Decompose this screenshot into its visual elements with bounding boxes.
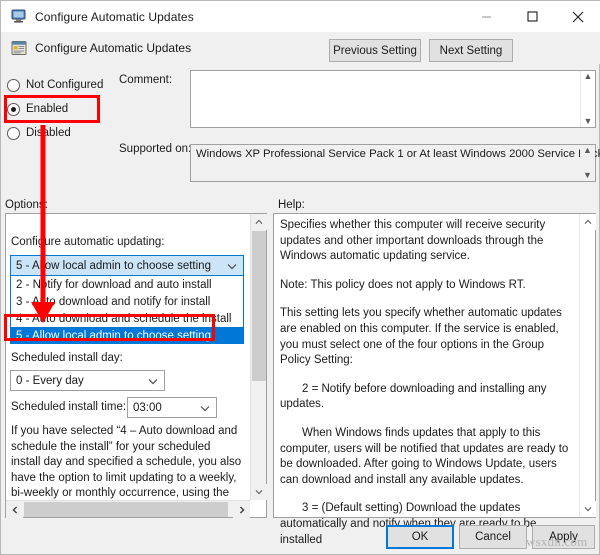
scroll-down-arrow-icon[interactable] — [580, 501, 596, 517]
close-button[interactable] — [555, 1, 600, 32]
configure-automatic-updating-label: Configure automatic updating: — [11, 236, 165, 248]
supported-on-value: Windows XP Professional Service Pack 1 o… — [196, 148, 600, 160]
scroll-up-icon[interactable]: ▲ — [583, 145, 592, 156]
supported-on-label: Supported on: — [119, 143, 192, 155]
radio-circle-enabled — [7, 102, 20, 116]
supported-on-field: Windows XP Professional Service Pack 1 o… — [190, 144, 600, 182]
configure-automatic-updating-dropdown-list[interactable]: 2 - Notify for download and auto install… — [10, 276, 244, 344]
cancel-button[interactable]: Cancel — [459, 525, 527, 549]
comment-scrollbar[interactable]: ▲ ▼ — [580, 71, 595, 127]
watermark: wsxdn.com — [526, 534, 588, 549]
help-paragraph: Specifies whether this computer will rec… — [280, 219, 546, 263]
radio-not-configured[interactable]: Not Configured — [7, 76, 103, 94]
window-title: Configure Automatic Updates — [35, 9, 194, 24]
scroll-left-arrow-icon[interactable] — [6, 501, 23, 518]
help-panel: Specifies whether this computer will rec… — [273, 213, 596, 546]
configure-automatic-updating-combobox[interactable]: 5 - Allow local admin to choose setting — [10, 255, 244, 276]
options-vertical-scrollbar[interactable] — [250, 214, 267, 500]
chevron-down-icon[interactable] — [227, 257, 237, 275]
scroll-up-icon[interactable]: ▲ — [584, 71, 593, 82]
combobox-selected-value: 5 - Allow local admin to choose setting — [16, 259, 211, 272]
comment-field[interactable]: ▲ ▼ — [190, 70, 596, 128]
title-bar: Configure Automatic Updates — [1, 1, 600, 32]
help-paragraph: This setting lets you specify whether au… — [280, 307, 562, 367]
radio-label-not-configured: Not Configured — [26, 79, 104, 91]
scheduled-install-day-combobox[interactable]: 0 - Every day — [10, 370, 165, 391]
dropdown-option-5[interactable]: 5 - Allow local admin to choose setting — [11, 327, 243, 343]
maximize-button[interactable] — [509, 1, 555, 32]
chevron-down-icon[interactable] — [200, 399, 210, 417]
next-setting-button[interactable]: Next Setting — [429, 39, 513, 62]
options-panel: Configure automatic updating: 5 - Allow … — [5, 213, 267, 518]
options-hscroll-thumb[interactable] — [24, 502, 228, 517]
help-vertical-scrollbar[interactable] — [579, 214, 596, 517]
options-content: Configure automatic updating: 5 - Allow … — [6, 214, 250, 500]
install-time-value: 03:00 — [133, 401, 162, 414]
help-paragraph: Note: This policy does not apply to Wind… — [280, 278, 526, 291]
options-scroll-thumb[interactable] — [252, 231, 266, 381]
install-day-value: 0 - Every day — [16, 374, 84, 387]
help-text: Specifies whether this computer will rec… — [280, 218, 572, 555]
help-paragraph: When Windows finds updates that apply to… — [280, 426, 569, 486]
ok-button[interactable]: OK — [386, 525, 454, 549]
radio-disabled[interactable]: Disabled — [7, 124, 71, 142]
options-horizontal-scrollbar[interactable] — [6, 500, 250, 518]
radio-label-enabled: Enabled — [26, 103, 69, 115]
scroll-up-arrow-icon[interactable] — [251, 214, 267, 230]
configure-automatic-updates-dialog: Configure Automatic Updates Configure Au… — [0, 0, 600, 555]
scroll-up-arrow-icon[interactable] — [580, 214, 596, 230]
group-policy-setting-icon — [11, 40, 27, 56]
policy-title: Configure Automatic Updates — [35, 41, 192, 55]
previous-setting-button[interactable]: Previous Setting — [329, 39, 421, 62]
radio-circle-not-configured — [7, 78, 20, 92]
dropdown-option-3[interactable]: 3 - Auto download and notify for install — [11, 293, 243, 310]
scroll-down-arrow-icon[interactable] — [251, 484, 267, 500]
options-note-paragraph: If you have selected “4 – Auto download … — [11, 425, 242, 499]
scheduled-install-time-label: Scheduled install time: — [11, 401, 127, 413]
scheduled-install-time-combobox[interactable]: 03:00 — [127, 397, 217, 418]
scroll-down-icon[interactable]: ▼ — [583, 170, 592, 181]
help-paragraph: 2 = Notify before downloading and instal… — [280, 382, 547, 411]
radio-enabled[interactable]: Enabled — [7, 100, 68, 118]
help-section-label: Help: — [278, 199, 305, 211]
scroll-right-arrow-icon[interactable] — [233, 501, 250, 518]
radio-label-disabled: Disabled — [26, 127, 71, 139]
dropdown-option-4[interactable]: 4 - Auto download and schedule the insta… — [11, 310, 243, 327]
minimize-button[interactable] — [463, 1, 509, 32]
supported-on-scrollbar[interactable]: ▲ ▼ — [580, 145, 595, 181]
scheduled-install-day-label: Scheduled install day: — [11, 352, 123, 364]
radio-circle-disabled — [7, 126, 20, 140]
options-section-label: Options: — [5, 199, 48, 211]
dropdown-option-2[interactable]: 2 - Notify for download and auto install — [11, 276, 243, 293]
chevron-down-icon[interactable] — [148, 372, 158, 390]
comment-label: Comment: — [119, 74, 173, 86]
computer-monitor-icon — [10, 9, 27, 24]
scroll-down-icon[interactable]: ▼ — [584, 116, 593, 127]
